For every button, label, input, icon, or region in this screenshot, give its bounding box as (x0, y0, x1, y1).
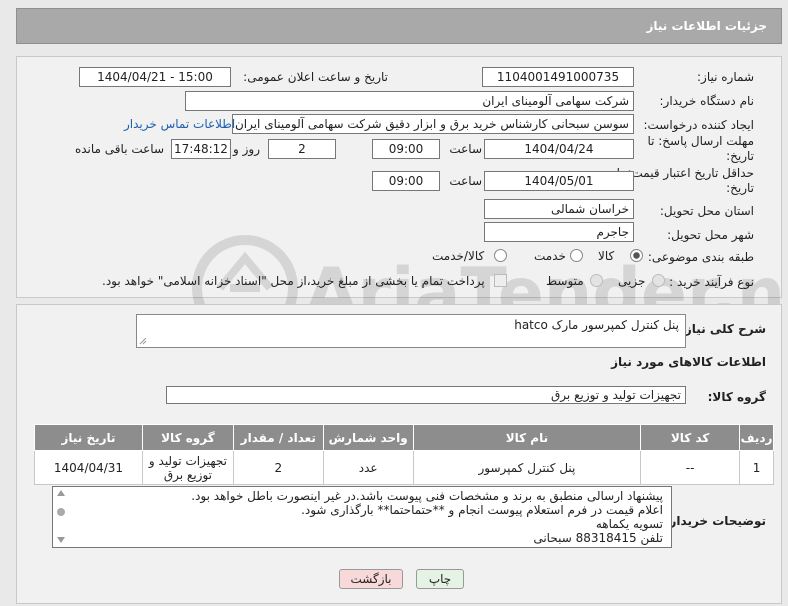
days-label: روز و (233, 142, 260, 156)
buyer-notes-label: توضیحات خریدار: (664, 514, 766, 528)
buyer-notes-textarea[interactable]: پیشنهاد ارسالی منطبق به برند و مشخصات فن… (52, 486, 672, 548)
category-radio-goods-service[interactable] (494, 249, 507, 262)
creator-label: ایجاد کننده درخواست: (643, 118, 754, 132)
treasury-payment-note: پرداخت تمام یا بخشی از مبلغ خرید،از محل … (102, 274, 485, 288)
process-label: نوع فرآیند خرید : (669, 275, 754, 289)
validity-label: حداقل تاریخ اعتبار قیمت: تا تاریخ: (616, 166, 754, 195)
table-row: 1 -- پنل کنترل کمپرسور عدد 2 تجهیزات تول… (34, 450, 774, 485)
page-header: جزئیات اطلاعات نیاز (16, 8, 782, 44)
cell-code: -- (640, 450, 741, 485)
col-unit: واحد شمارش (322, 424, 414, 451)
process-radio-medium[interactable] (590, 274, 603, 287)
col-group: گروه کالا (141, 424, 234, 451)
remaining-time-label: ساعت باقی مانده (74, 142, 164, 156)
cell-qty: 2 (232, 450, 324, 485)
cell-date: 1404/04/31 (34, 450, 143, 485)
category-option-goods: کالا (598, 249, 615, 263)
need-number-field: 1104001491000735 (482, 67, 634, 87)
city-label: شهر محل تحویل: (667, 228, 754, 242)
print-button[interactable]: چاپ (416, 569, 464, 589)
description-label: شرح کلی نیاز: (680, 322, 766, 336)
category-radio-service[interactable] (570, 249, 583, 262)
scroll-down-icon[interactable] (57, 537, 65, 543)
goods-table-header: ردیف کد کالا نام کالا واحد شمارش تعداد /… (34, 424, 774, 451)
buyer-notes-line: پیشنهاد ارسالی منطبق به برند و مشخصات فن… (191, 489, 663, 503)
province-field: خراسان شمالی (484, 199, 634, 219)
buyer-notes-line: تسویه یکماهه (595, 517, 663, 531)
city-field: جاجرم (484, 222, 634, 242)
buyer-org-label: نام دستگاه خریدار: (659, 94, 755, 108)
need-number-label: شماره نیاز: (697, 70, 754, 84)
col-date: تاریخ نیاز (34, 424, 143, 451)
scroll-up-icon[interactable] (57, 490, 65, 496)
cell-unit: عدد (322, 450, 414, 485)
page-title: جزئیات اطلاعات نیاز (646, 19, 767, 33)
goods-group-label: گروه کالا: (707, 390, 766, 404)
category-radio-goods[interactable] (630, 249, 643, 262)
resize-grip-icon[interactable] (139, 337, 147, 345)
cell-name: پنل کنترل کمپرسور (412, 450, 642, 485)
col-name: نام کالا (412, 424, 642, 451)
announce-label: تاریخ و ساعت اعلان عمومی: (243, 70, 388, 84)
buyer-org-field: شرکت سهامی آلومینای ایران (185, 91, 634, 111)
goods-section-title: اطلاعات کالاهای مورد نیاز (611, 355, 766, 369)
buyer-notes-line: تلفن 88318415 سبحانی (533, 531, 663, 545)
province-label: استان محل تحویل: (659, 204, 754, 218)
deadline-time-field: 09:00 (372, 139, 440, 159)
description-textarea[interactable]: پنل کنترل کمپرسور مارک hatco (136, 314, 686, 348)
category-option-goods-service: کالا/خدمت (432, 249, 485, 263)
col-row: ردیف (739, 424, 774, 451)
cell-row: 1 (739, 450, 774, 485)
category-option-service: خدمت (534, 249, 566, 263)
cell-group: تجهیزات تولید و توزیع برق (141, 450, 234, 485)
days-remaining-field: 2 (268, 139, 336, 159)
deadline-time-label: ساعت (449, 142, 482, 156)
description-text: پنل کنترل کمپرسور مارک hatco (514, 318, 679, 332)
validity-date-field: 1404/05/01 (484, 171, 634, 191)
buyer-contact-link[interactable]: اطلاعات تماس خریدار (124, 117, 235, 131)
buyer-notes-line: اعلام قیمت در فرم استعلام پیوست انجام و … (301, 503, 663, 517)
col-code: کد کالا (640, 424, 741, 451)
process-option-medium: متوسط (546, 274, 584, 288)
treasury-payment-checkbox[interactable] (494, 274, 507, 287)
deadline-label: مهلت ارسال پاسخ: تا تاریخ: (647, 134, 754, 163)
remaining-time-field: 17:48:12 (171, 139, 231, 159)
creator-field: سوسن سبحانی کارشناس خرید برق و ابزار دقی… (232, 114, 634, 134)
announce-datetime-field: 1404/04/21 - 15:00 (79, 67, 231, 87)
process-option-minor: جزیی (618, 274, 646, 288)
back-button[interactable]: بازگشت (339, 569, 403, 589)
scroll-thumb[interactable] (57, 508, 65, 516)
col-qty: تعداد / مقدار (232, 424, 324, 451)
validity-time-field: 09:00 (372, 171, 440, 191)
validity-time-label: ساعت (449, 174, 482, 188)
notes-scrollbar[interactable] (54, 488, 68, 546)
process-radio-minor[interactable] (652, 274, 665, 287)
goods-group-field: تجهیزات تولید و توزیع برق (166, 386, 686, 404)
category-label: طبقه بندی موضوعی: (647, 250, 754, 264)
deadline-date-field: 1404/04/24 (484, 139, 634, 159)
goods-table: ردیف کد کالا نام کالا واحد شمارش تعداد /… (34, 424, 774, 485)
